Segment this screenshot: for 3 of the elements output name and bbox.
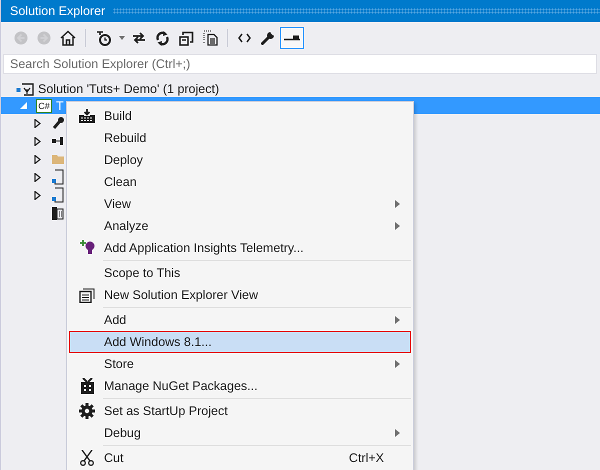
csharp-project-icon: C# — [36, 98, 52, 112]
shortcut-label: Ctrl+X — [348, 451, 384, 465]
window-title: Solution Explorer — [10, 4, 106, 18]
